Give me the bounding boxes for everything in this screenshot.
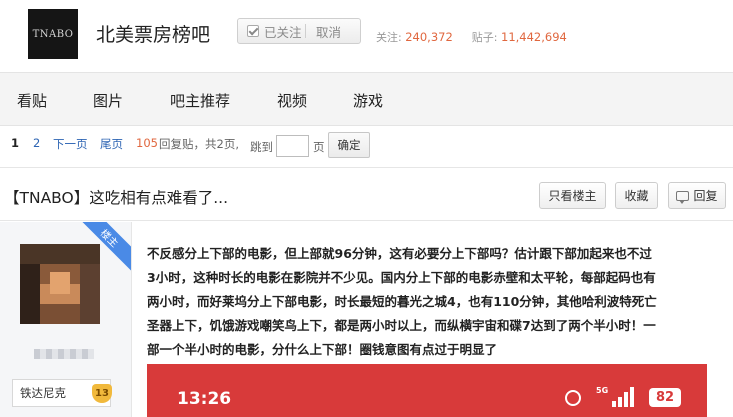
check-icon (247, 25, 259, 37)
member-tag: 铁达尼克 13 (12, 379, 112, 407)
page-jump-input[interactable] (276, 135, 309, 157)
reply-label: 回复 (693, 189, 718, 203)
signal-icon (612, 387, 634, 407)
forum-header: TNABO 北美票房榜吧 已关注 取消 关注: 240,372 贴子: 11,4… (0, 0, 733, 72)
follow-control: 已关注 取消 (237, 18, 361, 44)
reply-summary: 回复贴，共2页, (159, 137, 239, 151)
pagination: 1 2 下一页 尾页 105 回复贴，共2页, 跳到 页 确定 (0, 127, 733, 167)
battery-icon: 82 (649, 388, 681, 407)
posts-count: 11,442,694 (501, 30, 567, 44)
alarm-icon (565, 390, 581, 406)
username[interactable] (34, 349, 94, 359)
forum-name[interactable]: 北美票房榜吧 (96, 20, 210, 47)
reply-count: 105 (136, 136, 158, 150)
forum-stats: 关注: 240,372 贴子: 11,442,694 (376, 29, 567, 45)
followers-count: 240,372 (405, 30, 453, 44)
posts-label: 贴子: (471, 31, 498, 44)
tab-videos[interactable]: 视频 (277, 90, 307, 111)
post-line: 3小时，这种时长的电影在影院并不少见。国内分上下部的电影赤壁和太平轮，每部起码也… (147, 270, 656, 285)
page-unit-label: 页 (313, 140, 325, 154)
unfollow-button[interactable]: 取消 (306, 22, 341, 41)
tab-posts[interactable]: 看贴 (17, 90, 47, 111)
favorite-button[interactable]: 收藏 (615, 182, 658, 209)
author-panel: 楼主 铁达尼克 13 (0, 222, 132, 417)
level-badge: 13 (92, 384, 112, 403)
reply-icon (676, 190, 690, 204)
attached-screenshot[interactable]: 13:26 5G 82 (147, 364, 707, 417)
member-tag-label: 铁达尼克 (20, 386, 66, 400)
post-line: 两小时，而好莱坞分上下部电影，时长最短的暮光之城4，也有110分钟，其他哈利波特… (147, 294, 657, 309)
thread-title-bar: 【TNABO】这吃相有点难看了... 只看楼主 收藏 回复 (0, 167, 733, 221)
status-time: 13:26 (177, 389, 232, 409)
post-line: 部一个半小时的电影，分什么上下部！圈钱意图有点过于明显了 (147, 342, 498, 357)
next-page-link[interactable]: 下一页 (53, 136, 88, 152)
jump-confirm-button[interactable]: 确定 (328, 132, 370, 158)
page-current: 1 (11, 136, 20, 150)
last-page-link[interactable]: 尾页 (100, 136, 123, 152)
post-floor: 楼主 铁达尼克 13 不反感分上下部的电影，但上部就96分钟，这有必要分上下部吗… (0, 222, 733, 417)
post-line: 不反感分上下部的电影，但上部就96分钟，这有必要分上下部吗？估计跟下部加起来也不… (147, 246, 652, 261)
post-content: 不反感分上下部的电影，但上部就96分钟，这有必要分上下部吗？估计跟下部加起来也不… (147, 242, 723, 362)
thread-title: 【TNABO】这吃相有点难看了... (4, 189, 229, 207)
post-line: 圣器上下，饥饿游戏嘲笑鸟上下，都是两小时以上，而纵横宇宙和碟7达到了两个半小时！… (147, 318, 656, 333)
followed-label: 已关注 (264, 24, 302, 40)
avatar[interactable] (20, 244, 100, 324)
tab-featured[interactable]: 吧主推荐 (170, 90, 230, 111)
reply-button[interactable]: 回复 (668, 182, 726, 209)
page-2-link[interactable]: 2 (33, 136, 40, 150)
tab-games[interactable]: 游戏 (353, 90, 383, 111)
followed-button[interactable]: 已关注 (238, 19, 305, 43)
followers-label: 关注: (376, 31, 402, 44)
forum-logo[interactable]: TNABO (28, 9, 78, 59)
tab-images[interactable]: 图片 (93, 90, 123, 111)
network-label: 5G (596, 386, 609, 395)
jump-label: 跳到 (250, 140, 273, 154)
forum-nav: 看贴 图片 吧主推荐 视频 游戏 (0, 72, 733, 126)
only-op-button[interactable]: 只看楼主 (539, 182, 606, 209)
